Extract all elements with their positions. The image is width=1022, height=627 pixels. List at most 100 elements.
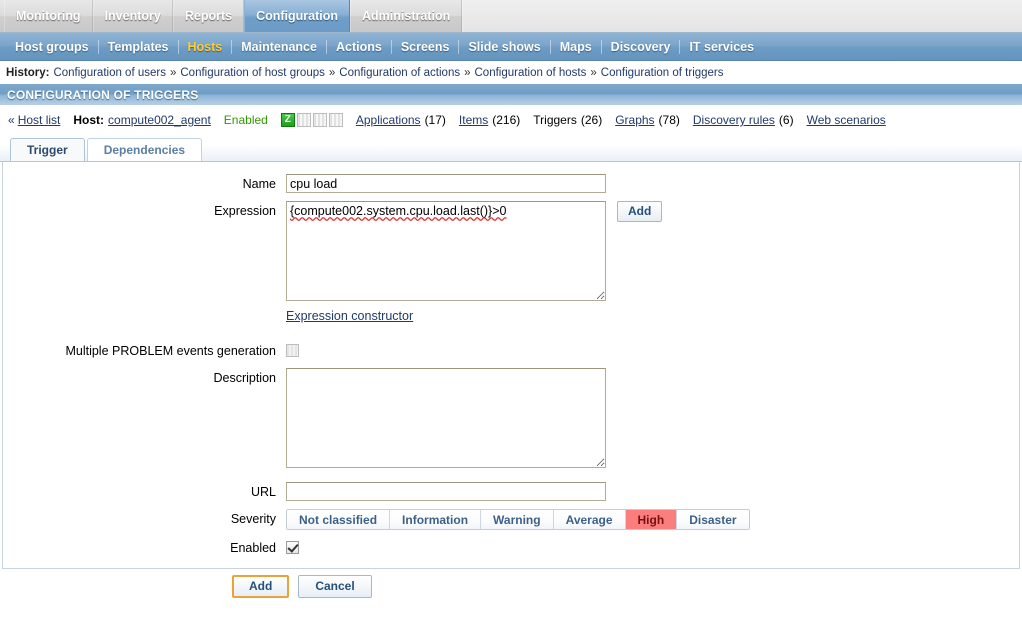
- breadcrumb-separator: »: [590, 66, 597, 79]
- main-menu-item-administration[interactable]: Administration: [350, 0, 463, 32]
- host-status-badge: Enabled: [223, 113, 268, 127]
- main-menu-filler: [462, 0, 1022, 32]
- breadcrumb-label: History:: [6, 66, 50, 79]
- host-list-link[interactable]: Host list: [18, 113, 61, 127]
- discovery-rules-count: (6): [778, 113, 794, 127]
- severity-option-information[interactable]: Information: [390, 510, 482, 529]
- items-link[interactable]: Items: [459, 113, 488, 127]
- host-context-bar: « Host list Host: compute002_agent Enabl…: [0, 106, 1022, 134]
- zbx-availability-icon[interactable]: Z: [280, 113, 295, 127]
- cancel-button[interactable]: Cancel: [298, 575, 372, 598]
- breadcrumb-item-host-groups[interactable]: Configuration of host groups: [180, 67, 324, 79]
- section-menu-item-maps[interactable]: Maps: [551, 40, 601, 54]
- breadcrumb-item-hosts[interactable]: Configuration of hosts: [475, 67, 587, 79]
- url-input[interactable]: [286, 482, 606, 501]
- form-row-url: URL: [3, 482, 1019, 501]
- section-menu-label: Templates: [107, 39, 169, 54]
- main-menu-item-monitoring[interactable]: Monitoring: [4, 0, 93, 32]
- jmx-availability-icon[interactable]: [312, 113, 327, 127]
- severity-option-average[interactable]: Average: [553, 510, 626, 529]
- ipmi-availability-icon[interactable]: [328, 113, 343, 127]
- form-action-bar: Add Cancel: [0, 569, 1022, 598]
- name-input[interactable]: [286, 174, 606, 193]
- section-menu-label: Actions: [335, 39, 382, 54]
- severity-option-disaster[interactable]: Disaster: [677, 510, 749, 529]
- web-scenarios-link[interactable]: Web scenarios: [807, 113, 886, 127]
- graphs-count: (78): [658, 113, 680, 127]
- main-menu-item-reports[interactable]: Reports: [172, 0, 245, 32]
- form-row-enabled: Enabled: [3, 538, 1019, 555]
- expression-add-button[interactable]: Add: [617, 201, 663, 222]
- discovery-rules-link[interactable]: Discovery rules: [693, 113, 775, 127]
- tab-label: Trigger: [27, 143, 68, 157]
- graphs-link[interactable]: Graphs: [615, 113, 654, 127]
- form-row-expression: Expression Add: [3, 201, 1019, 301]
- page-title: CONFIGURATION OF TRIGGERS: [0, 84, 1022, 106]
- section-menu-label: Slide shows: [468, 39, 541, 54]
- severity-option-high[interactable]: High: [625, 510, 678, 529]
- main-menu-item-inventory[interactable]: Inventory: [92, 0, 173, 32]
- availability-icon-row: Z: [280, 113, 343, 127]
- tab-label: Dependencies: [103, 143, 186, 157]
- section-menu-item-maintenance[interactable]: Maintenance: [232, 40, 326, 54]
- section-menu-item-host-groups[interactable]: Host groups: [6, 40, 98, 54]
- description-label: Description: [213, 371, 276, 385]
- expression-label: Expression: [214, 204, 276, 218]
- applications-link[interactable]: Applications: [356, 113, 421, 127]
- section-menu-item-templates[interactable]: Templates: [99, 40, 178, 54]
- enabled-checkbox[interactable]: [286, 541, 299, 554]
- section-menu-label: IT services: [689, 39, 755, 54]
- host-name-link[interactable]: compute002_agent: [108, 113, 211, 127]
- section-menu-label: Screens: [400, 39, 450, 54]
- section-menu-item-discovery[interactable]: Discovery: [602, 40, 680, 54]
- expression-textarea[interactable]: [286, 201, 606, 301]
- enabled-label: Enabled: [230, 541, 276, 555]
- main-menu-label: Monitoring: [16, 9, 81, 23]
- severity-button-group: Not classified Information Warning Avera…: [286, 509, 750, 530]
- tab-trigger[interactable]: Trigger: [10, 138, 85, 161]
- main-menu-item-configuration[interactable]: Configuration: [244, 0, 351, 32]
- applications-count: (17): [424, 113, 446, 127]
- multiple-problem-label: Multiple PROBLEM events generation: [65, 344, 276, 358]
- main-menu-label: Administration: [362, 9, 451, 23]
- back-chevron-icon: «: [8, 113, 15, 127]
- breadcrumb-separator: »: [328, 66, 336, 79]
- section-menu-label: Host groups: [15, 39, 89, 54]
- breadcrumb-item-actions[interactable]: Configuration of actions: [339, 67, 460, 79]
- main-menu-label: Reports: [184, 9, 233, 23]
- add-button[interactable]: Add: [232, 575, 290, 598]
- section-menu-label: Hosts: [187, 39, 223, 54]
- main-menu-bar: Monitoring Inventory Reports Configurati…: [0, 0, 1022, 33]
- section-menu-item-slide-shows[interactable]: Slide shows: [459, 40, 549, 54]
- breadcrumb: History: Configuration of users » Config…: [0, 61, 1022, 84]
- expression-constructor-link[interactable]: Expression constructor: [286, 309, 413, 323]
- severity-label: Severity: [230, 512, 276, 526]
- breadcrumb-item-users[interactable]: Configuration of users: [53, 67, 166, 79]
- section-menu-label: Maintenance: [241, 39, 317, 54]
- trigger-form: Name Expression Add Expression construct…: [2, 162, 1020, 569]
- breadcrumb-separator: »: [464, 66, 471, 79]
- severity-option-not-classified[interactable]: Not classified: [287, 510, 391, 529]
- section-menu-item-actions[interactable]: Actions: [327, 40, 391, 54]
- triggers-count: (26): [580, 113, 603, 127]
- form-row-severity: Severity Not classified Information Warn…: [3, 509, 1019, 530]
- form-row-description: Description: [3, 368, 1019, 468]
- snmp-availability-icon[interactable]: [296, 113, 311, 127]
- multiple-problem-checkbox[interactable]: [286, 344, 299, 357]
- section-menu-label: Discovery: [610, 39, 671, 54]
- section-menu-item-it-services[interactable]: IT services: [680, 40, 763, 54]
- form-row-expression-constructor: Expression constructor: [3, 309, 1019, 323]
- items-count: (216): [492, 113, 521, 127]
- severity-option-warning[interactable]: Warning: [481, 510, 554, 529]
- section-menu-bar: Host groups Templates Hosts Maintenance …: [0, 33, 1022, 61]
- section-menu-item-hosts[interactable]: Hosts: [179, 40, 232, 54]
- description-textarea[interactable]: [286, 368, 606, 468]
- tab-dependencies[interactable]: Dependencies: [86, 138, 203, 161]
- main-menu-label: Configuration: [256, 9, 339, 23]
- breadcrumb-item-triggers[interactable]: Configuration of triggers: [601, 67, 724, 79]
- host-label: Host:: [73, 113, 105, 127]
- section-menu-item-screens[interactable]: Screens: [392, 40, 459, 54]
- section-menu-label: Maps: [559, 39, 592, 54]
- url-label: URL: [250, 485, 276, 499]
- main-menu-label: Inventory: [104, 9, 161, 23]
